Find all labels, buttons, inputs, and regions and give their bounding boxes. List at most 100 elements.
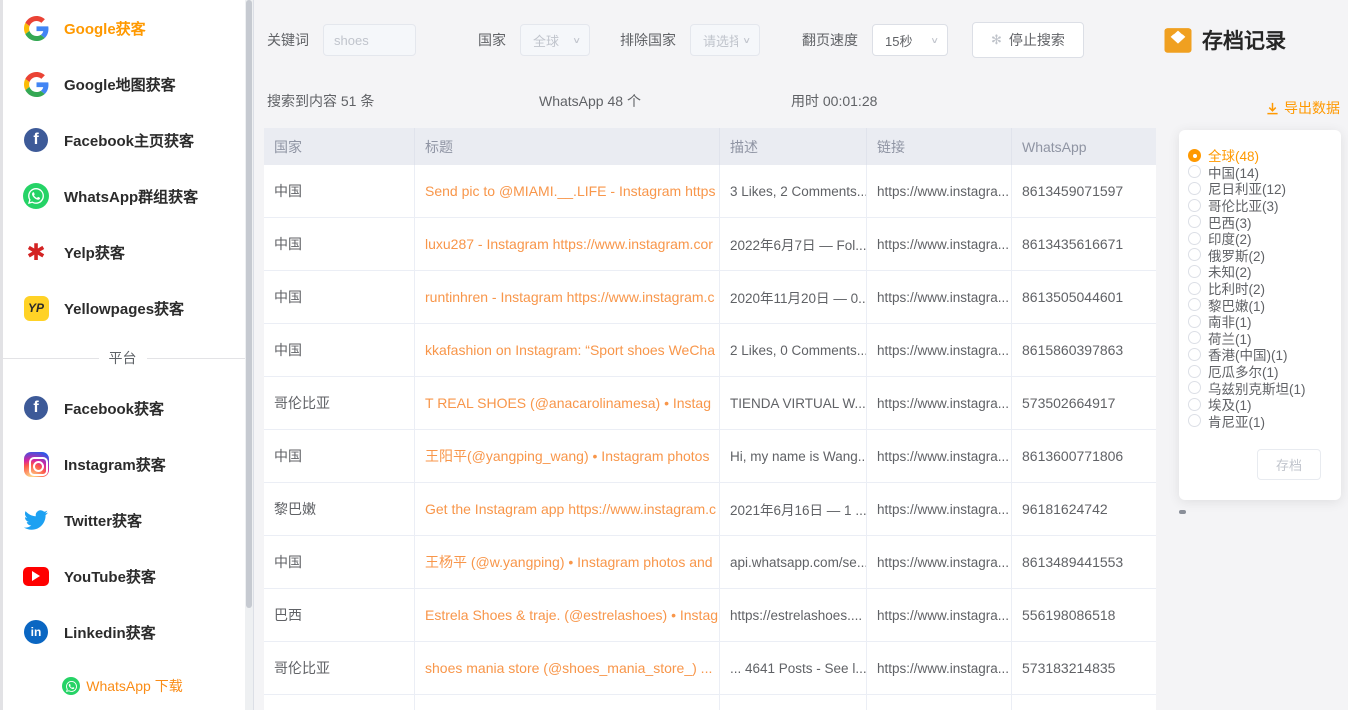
radio-icon (1188, 365, 1201, 378)
archive-filter-option[interactable]: 乌兹别克斯坦(1) (1179, 379, 1341, 396)
radio-icon (1188, 315, 1201, 328)
cell-description: Hi, my name is Wang... (720, 430, 867, 482)
cell-description: 2021年6月16日 — 1 ... (720, 483, 867, 535)
twitter-icon (22, 508, 50, 532)
radio-icon (1188, 248, 1201, 261)
sidebar-item-linkedin[interactable]: in Linkedin获客 (0, 604, 245, 650)
cell-title-link[interactable]: Get the Instagram app https://www.instag… (415, 483, 720, 535)
page-speed-value: 15秒 (885, 31, 912, 50)
sidebar-item-whatsapp-groups[interactable]: WhatsApp群组获客 (0, 168, 245, 224)
stop-search-button[interactable]: ✻ 停止搜索 (972, 22, 1084, 58)
cell-empty (720, 695, 867, 710)
sidebar-nav: Google获客 Google地图获客 f Facebook主页获客 Whats… (0, 0, 245, 650)
archive-filter-option[interactable]: 南非(1) (1179, 313, 1341, 330)
cell-title-link[interactable]: luxu287 - Instagram https://www.instagra… (415, 218, 720, 270)
cell-country: 中国 (264, 165, 415, 217)
facebook-icon: f (22, 128, 50, 152)
chevron-down-icon: ∨ (572, 35, 581, 45)
sidebar-section-divider: 平台 (0, 336, 245, 380)
archive-option-label: 肯尼亚(1) (1208, 411, 1265, 431)
sidebar-item-yelp[interactable]: ✱ Yelp获客 (0, 224, 245, 280)
sidebar-item-label: Linkedin获客 (64, 622, 156, 643)
sidebar-scrollbar[interactable] (245, 0, 253, 710)
cell-link: https://www.instagra... (867, 642, 1012, 694)
whatsapp-download-link[interactable]: WhatsApp 下载 (0, 676, 245, 696)
archive-filter-option[interactable]: 肯尼亚(1) (1179, 413, 1341, 430)
radio-icon (1188, 298, 1201, 311)
page-speed-select[interactable]: 15秒 ∨ (872, 24, 948, 56)
cell-whatsapp: 8613459071597 (1012, 165, 1156, 217)
cell-whatsapp: 573502664917 (1012, 377, 1156, 429)
cell-description: 2022年6月7日 — Fol... (720, 218, 867, 270)
archive-filter-option[interactable]: 俄罗斯(2) (1179, 247, 1341, 264)
main-content: 关键词 国家 全球 ∨ 排除国家 请选择 ∨ 翻页速度 15秒 ∨ ✻ 停止搜索 (254, 0, 1348, 710)
table-header-row: 国家 标题 描述 链接 WhatsApp (264, 128, 1156, 165)
cell-description: TIENDA VIRTUAL W... (720, 377, 867, 429)
sidebar-item-facebook-pages[interactable]: f Facebook主页获客 (0, 112, 245, 168)
cell-whatsapp: 8613505044601 (1012, 271, 1156, 323)
archive-records-panel: 全球(48) 中国(14) 尼日利亚(12) 哥伦比亚(3) 巴西(3) 印度(… (1179, 130, 1341, 500)
whatsapp-icon (62, 677, 80, 695)
keyword-input[interactable] (323, 24, 416, 56)
radio-icon (1188, 282, 1201, 295)
cell-empty (1012, 695, 1156, 710)
sidebar-item-yellowpages[interactable]: YP Yellowpages获客 (0, 280, 245, 336)
sidebar-section-label: 平台 (109, 348, 137, 368)
radio-icon (1188, 265, 1201, 278)
sidebar-item-google[interactable]: Google获客 (0, 0, 245, 56)
sidebar-item-google-maps[interactable]: Google地图获客 (0, 56, 245, 112)
export-data-link[interactable]: 导出数据 (1266, 98, 1340, 118)
cell-country: 中国 (264, 271, 415, 323)
cell-empty (867, 695, 1012, 710)
cell-whatsapp: 8613435616671 (1012, 218, 1156, 270)
archive-filter-option[interactable]: 黎巴嫩(1) (1179, 296, 1341, 313)
table-row: 巴西 Estrela Shoes & traje. (@estrelashoes… (264, 589, 1156, 642)
linkedin-icon: in (22, 620, 50, 644)
cell-empty (264, 695, 415, 710)
sidebar-item-label: Yellowpages获客 (64, 298, 184, 319)
archive-filter-option[interactable]: 哥伦比亚(3) (1179, 197, 1341, 214)
cell-link: https://www.instagra... (867, 536, 1012, 588)
mini-scrollbar-thumb[interactable] (1179, 510, 1186, 514)
radio-icon (1188, 381, 1201, 394)
cell-link: https://www.instagra... (867, 165, 1012, 217)
stat-elapsed: 用时 00:01:28 (791, 91, 877, 111)
sidebar-item-label: WhatsApp群组获客 (64, 186, 198, 207)
archive-filter-option[interactable]: 全球(48) (1179, 147, 1341, 164)
cell-link: https://www.instagra... (867, 430, 1012, 482)
sidebar-item-label: Facebook主页获客 (64, 130, 194, 151)
column-header-link: 链接 (867, 128, 1012, 165)
instagram-icon (22, 452, 50, 477)
cell-title-link[interactable]: Estrela Shoes & traje. (@estrelashoes) •… (415, 589, 720, 641)
cell-country: 中国 (264, 536, 415, 588)
archive-save-button[interactable]: 存档 (1257, 449, 1321, 480)
sidebar-item-facebook[interactable]: f Facebook获客 (0, 380, 245, 436)
sidebar-item-youtube[interactable]: YouTube获客 (0, 548, 245, 604)
sidebar-item-label: Google获客 (64, 18, 146, 39)
archive-box-icon (1163, 27, 1193, 54)
archive-filter-option[interactable]: 巴西(3) (1179, 213, 1341, 230)
cell-description: ... 4641 Posts - See l... (720, 642, 867, 694)
cell-country: 中国 (264, 218, 415, 270)
page-speed-label: 翻页速度 (802, 30, 858, 50)
whatsapp-icon (22, 183, 50, 209)
cell-title-link[interactable]: 王阳平(@yangping_wang) • Instagram photos (415, 430, 720, 482)
sidebar-item-label: Twitter获客 (64, 510, 142, 531)
cell-title-link[interactable]: Send pic to @MIAMI.__.LIFE - Instagram h… (415, 165, 720, 217)
exclude-country-select[interactable]: 请选择 ∨ (690, 24, 760, 56)
cell-title-link[interactable]: shoes mania store (@shoes_mania_store_) … (415, 642, 720, 694)
sidebar-item-instagram[interactable]: Instagram获客 (0, 436, 245, 492)
sidebar-scrollbar-thumb[interactable] (246, 0, 252, 608)
sidebar-item-twitter[interactable]: Twitter获客 (0, 492, 245, 548)
cell-title-link[interactable]: T REAL SHOES (@anacarolinamesa) • Instag (415, 377, 720, 429)
chevron-down-icon: ∨ (930, 35, 939, 45)
cell-title-link[interactable]: 王杨平 (@w.yangping) • Instagram photos and (415, 536, 720, 588)
cell-description: 2020年11月20日 — 0... (720, 271, 867, 323)
cell-title-link[interactable]: runtinhren - Instagram https://www.insta… (415, 271, 720, 323)
chevron-down-icon: ∨ (742, 35, 751, 45)
radio-icon (1188, 331, 1201, 344)
cell-title-link[interactable]: kkafashion on Instagram: “Sport shoes We… (415, 324, 720, 376)
country-select[interactable]: 全球 ∨ (520, 24, 590, 56)
column-header-country: 国家 (264, 128, 415, 165)
cell-description: https://estrelashoes.... (720, 589, 867, 641)
